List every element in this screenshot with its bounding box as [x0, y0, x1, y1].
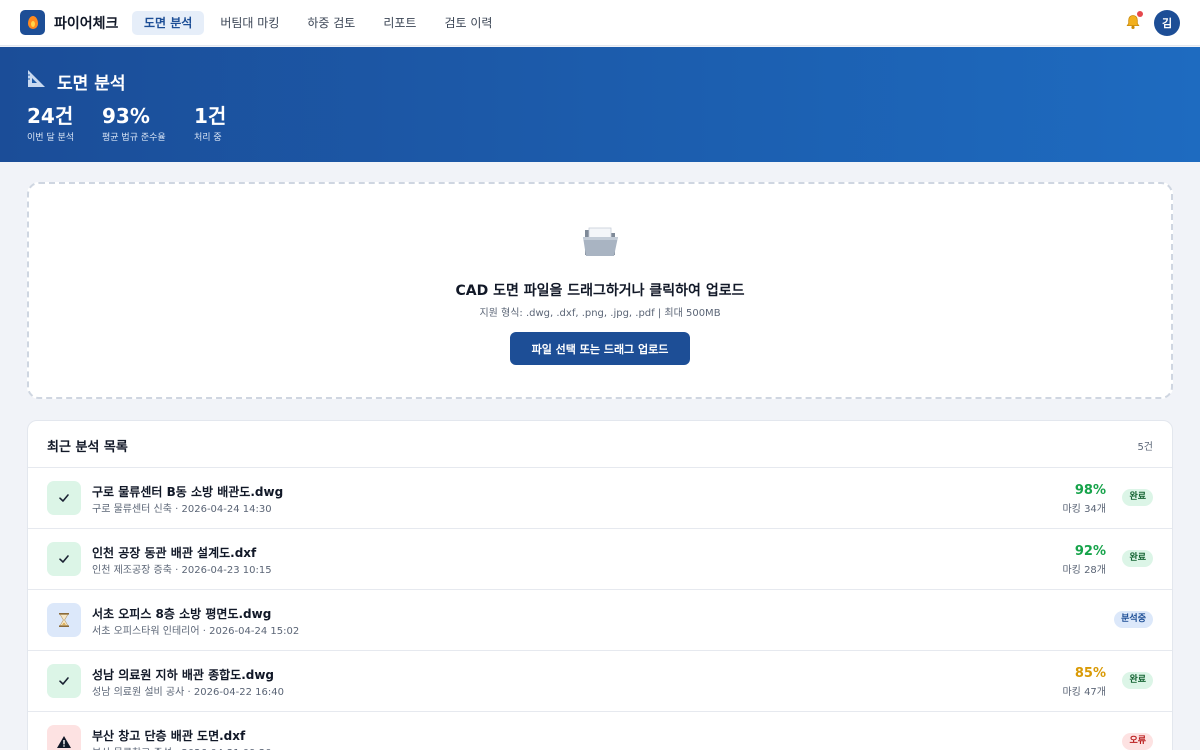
compliance-percent: 85%	[1074, 666, 1106, 681]
tab-review-history[interactable]: 검토 이력	[432, 11, 504, 35]
marking-count: 마킹 34개	[1062, 504, 1106, 515]
hourglass-icon	[59, 613, 69, 627]
stat-value: 1건	[194, 104, 227, 128]
notification-dot	[1137, 11, 1143, 17]
file-name[interactable]: 인천 공장 동관 배관 설계도.dxf	[92, 544, 256, 561]
status-icon-box	[47, 725, 81, 750]
page-title: 도면 분석	[57, 74, 126, 94]
stat-label: 이번 달 분석	[27, 133, 75, 143]
list-count: 5건	[1137, 442, 1153, 453]
list-rows: 구로 물류센터 B동 소방 배관도.dwg 구로 물류센터 신축 · 2026-0…	[28, 468, 1172, 750]
folder-icon	[583, 227, 618, 256]
warning-icon	[57, 736, 71, 748]
file-name[interactable]: 성남 의료원 지하 배관 종합도.dwg	[92, 666, 274, 683]
logo[interactable]	[20, 10, 45, 35]
stat-compliance-rate: 93% 평균 법규 준수율	[102, 104, 166, 143]
stat-monthly-analyses: 24건 이번 달 분석	[27, 104, 74, 143]
stat-value: 24건	[27, 104, 74, 128]
file-name[interactable]: 부산 창고 단층 배관 도면.dxf	[92, 727, 245, 744]
list-header: 최근 분석 목록 5건	[28, 421, 1172, 468]
upload-subtitle: 지원 형식: .dwg, .dxf, .png, .jpg, .pdf | 최대…	[479, 308, 721, 319]
check-icon	[59, 555, 69, 563]
tab-drawing-analysis[interactable]: 도면 분석	[132, 11, 205, 35]
stat-in-progress: 1건 처리 중	[194, 104, 226, 143]
file-meta: 성남 의료원 설비 공사 · 2026-04-22 16:40	[92, 687, 284, 698]
tab-support-marking[interactable]: 버팀대 마킹	[208, 11, 291, 35]
file-meta: 구로 물류센터 신축 · 2026-04-24 14:30	[92, 504, 272, 515]
file-name[interactable]: 서초 오피스 8층 소방 평면도.dwg	[92, 605, 271, 622]
status-icon-box	[47, 664, 81, 698]
status-badge: 오류	[1122, 733, 1153, 750]
file-meta: 서초 오피스타워 인테리어 · 2026-04-24 15:02	[92, 626, 300, 637]
status-icon-box	[47, 603, 81, 637]
stat-value: 93%	[102, 104, 150, 128]
hero-banner: 도면 분석 24건 이번 달 분석 93% 평균 법규 준수율 1건 처리 중	[0, 47, 1200, 162]
file-meta: 인천 제조공장 증축 · 2026-04-23 10:15	[92, 565, 272, 576]
file-select-button[interactable]: 파일 선택 또는 드래그 업로드	[510, 332, 690, 365]
status-icon-box	[47, 481, 81, 515]
upload-dropzone[interactable]: CAD 도면 파일을 드래그하거나 클릭하여 업로드 지원 형식: .dwg, …	[27, 182, 1173, 399]
status-icon-box	[47, 542, 81, 576]
stat-label: 처리 중	[194, 133, 222, 143]
status-badge: 완료	[1122, 550, 1153, 567]
list-item[interactable]: 서초 오피스 8층 소방 평면도.dwg 서초 오피스타워 인테리어 · 2026…	[28, 590, 1172, 651]
upload-title: CAD 도면 파일을 드래그하거나 클릭하여 업로드	[455, 283, 745, 299]
list-item[interactable]: 성남 의료원 지하 배관 종합도.dwg 성남 의료원 설비 공사 · 2026-…	[28, 651, 1172, 712]
compliance-percent: 92%	[1074, 544, 1106, 559]
check-icon	[59, 677, 69, 685]
tab-load-review[interactable]: 하중 검토	[295, 11, 367, 35]
triangle-ruler-icon	[28, 70, 45, 87]
recent-analysis-list: 최근 분석 목록 5건 구로 물류센터 B동 소방 배관도.dwg 구로 물류센터…	[27, 420, 1173, 750]
file-meta: 부산 물류창고 증설 · 2026-04-21 09:20	[92, 744, 272, 750]
check-icon	[59, 494, 69, 502]
list-item[interactable]: 인천 공장 동관 배관 설계도.dxf 인천 제조공장 증축 · 2026-04-…	[28, 529, 1172, 590]
status-badge: 완료	[1122, 672, 1153, 689]
list-item[interactable]: 구로 물류센터 B동 소방 배관도.dwg 구로 물류센터 신축 · 2026-0…	[28, 468, 1172, 529]
list-item[interactable]: 부산 창고 단층 배관 도면.dxf부산 물류창고 증설 · 2026-04-2…	[28, 712, 1172, 750]
status-badge: 완료	[1122, 489, 1153, 506]
brand-name[interactable]: 파이어체크	[54, 13, 118, 33]
marking-count: 마킹 28개	[1062, 565, 1106, 576]
file-name[interactable]: 구로 물류센터 B동 소방 배관도.dwg	[92, 483, 283, 500]
flame-icon	[27, 16, 38, 29]
stat-label: 평균 법규 준수율	[102, 133, 166, 143]
tab-report[interactable]: 리포트	[371, 11, 428, 35]
nav-tabs: 도면 분석 버팀대 마킹 하중 검토 리포트 검토 이력	[132, 11, 508, 35]
avatar[interactable]: 김	[1154, 10, 1180, 36]
top-nav: 파이어체크 도면 분석 버팀대 마킹 하중 검토 리포트 검토 이력 김	[0, 0, 1200, 46]
list-title: 최근 분석 목록	[47, 440, 128, 455]
marking-count: 마킹 47개	[1062, 687, 1106, 698]
compliance-percent: 98%	[1074, 483, 1106, 498]
status-badge: 분석중	[1114, 611, 1153, 628]
